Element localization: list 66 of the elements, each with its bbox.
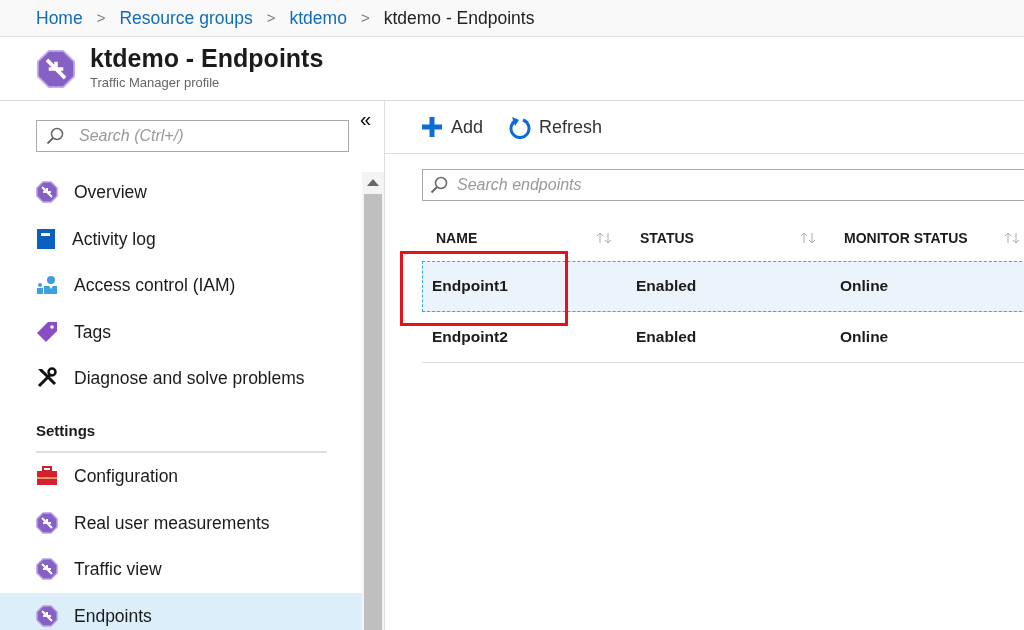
sort-icon[interactable] — [800, 232, 816, 244]
sidebar-item-label: Access control (IAM) — [74, 274, 236, 298]
breadcrumb-link[interactable]: Resource groups — [119, 4, 253, 32]
page-subtitle: Traffic Manager profile — [90, 73, 221, 92]
column-header[interactable]: NAME — [422, 227, 626, 249]
people-icon — [36, 275, 58, 296]
page-title: ktdemo - Endpoints — [90, 45, 324, 73]
column-header-label: STATUS — [640, 228, 694, 248]
toolbar-button[interactable]: Refresh — [509, 113, 603, 141]
wrench-screwdriver-icon — [36, 367, 58, 390]
sort-icon[interactable] — [596, 232, 612, 244]
breadcrumb-link[interactable]: ktdemo — [289, 4, 347, 32]
breadcrumb-link[interactable]: Home — [36, 4, 83, 32]
sidebar-item[interactable]: Access control (IAM) — [0, 262, 362, 309]
tag-icon — [36, 320, 58, 343]
book-icon — [36, 227, 56, 250]
sidebar-item-label: Overview — [74, 181, 147, 205]
sidebar-item-label: Real user measurements — [74, 511, 270, 535]
breadcrumb-separator: > — [266, 7, 276, 28]
column-header-label: NAME — [436, 228, 478, 248]
toolbar-button[interactable]: Add — [421, 113, 484, 141]
sidebar-item[interactable]: Overview — [0, 169, 362, 216]
sidebar-item-label: Diagnose and solve problems — [74, 367, 305, 391]
sidebar-item[interactable]: Real user measurements — [0, 499, 362, 546]
search-icon — [430, 176, 448, 194]
octagon-arrows-icon — [36, 604, 58, 627]
table-row[interactable]: Endpoint1 Enabled Online — [422, 261, 1024, 312]
table-cell-text: Enabled — [635, 276, 698, 297]
breadcrumb-current: ktdemo - Endpoints — [383, 6, 535, 30]
breadcrumb-separator: > — [360, 7, 370, 28]
column-header[interactable]: STATUS — [626, 227, 830, 249]
sidebar-item[interactable]: Traffic view — [0, 546, 362, 593]
table-row[interactable]: Endpoint2 Enabled Online — [422, 312, 1024, 363]
search-field[interactable]: Search (Ctrl+/) — [36, 120, 349, 152]
toolbox-icon — [36, 466, 58, 487]
sidebar-item[interactable]: Diagnose and solve problems — [0, 355, 362, 402]
breadcrumb-separator: > — [96, 7, 106, 28]
octagon-arrows-icon — [36, 558, 58, 581]
sidebar-item[interactable]: Tags — [0, 308, 362, 355]
sidebar-item-label: Activity log — [72, 227, 156, 251]
section-heading: Settings — [36, 419, 327, 453]
sidebar-item-label: Endpoints — [74, 604, 152, 628]
scroll-up-icon[interactable] — [367, 178, 379, 186]
octagon-arrows-icon — [36, 511, 58, 534]
octagon-arrows-icon — [36, 181, 58, 204]
table-cell-text: Endpoint2 — [431, 327, 509, 348]
table-cell-text: Enabled — [635, 327, 698, 348]
sidebar-item[interactable]: Configuration — [0, 453, 362, 500]
plus-icon — [421, 116, 443, 138]
sidebar-item[interactable]: Activity log — [0, 215, 362, 262]
table-cell-text: Endpoint1 — [431, 276, 509, 297]
sort-icon[interactable] — [1004, 232, 1020, 244]
octagon-arrows-icon — [36, 48, 76, 89]
sidebar-item-label: Configuration — [74, 465, 179, 489]
table-cell-text: Online — [839, 327, 890, 348]
collapse-button[interactable]: « — [358, 109, 374, 129]
search-icon — [46, 127, 64, 145]
scrollbar-thumb[interactable] — [364, 194, 382, 630]
sidebar-item-label: Traffic view — [74, 558, 162, 582]
table-cell-text: Online — [839, 276, 890, 297]
column-header-label: MONITOR STATUS — [844, 228, 968, 248]
sidebar-item[interactable]: Endpoints — [0, 592, 362, 630]
search-field[interactable]: Search endpoints — [422, 169, 1024, 201]
refresh-icon — [509, 115, 532, 139]
column-header[interactable]: MONITOR STATUS — [830, 227, 1024, 249]
sidebar-item-label: Tags — [74, 320, 111, 344]
